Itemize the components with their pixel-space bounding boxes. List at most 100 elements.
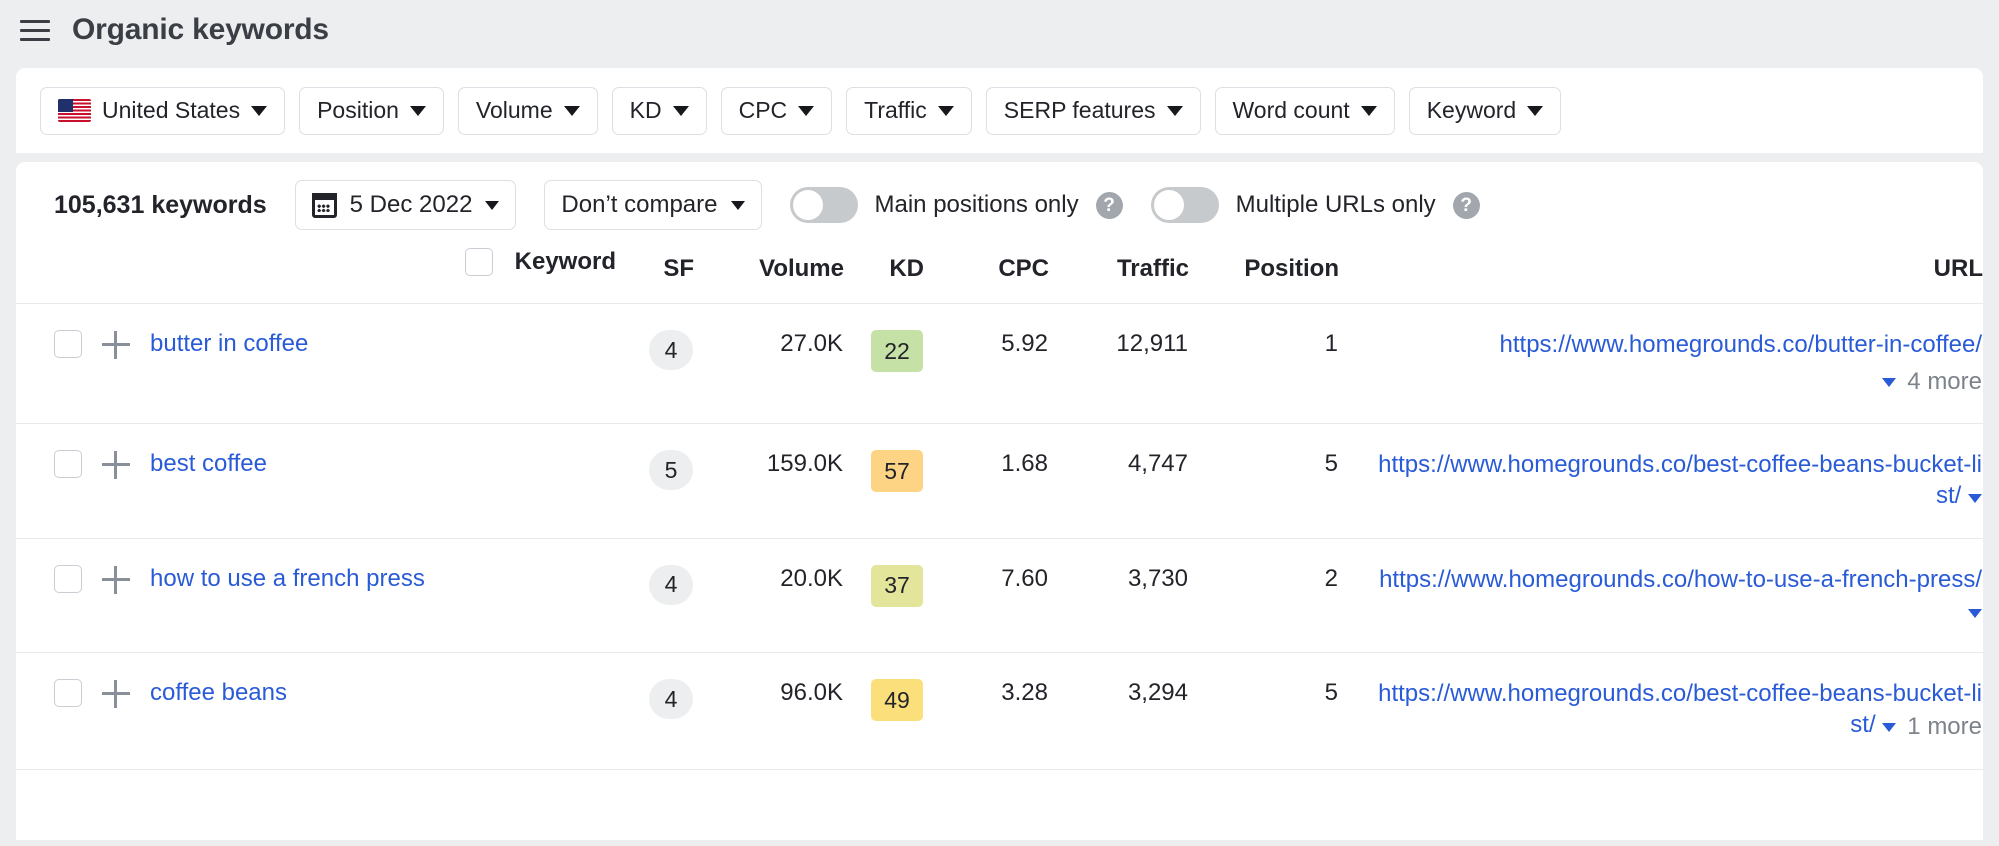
sf-badge: 4 [649,330,693,370]
toggle-knob [793,190,823,220]
add-icon[interactable] [102,451,130,479]
show-more-urls[interactable] [1968,609,1982,618]
column-header-url[interactable]: URL [1339,248,1983,304]
kd-badge: 49 [871,679,923,721]
keyword-link[interactable]: butter in coffee [150,330,308,358]
show-more-urls[interactable]: 1 more [1882,712,1982,743]
kd-badge: 37 [871,565,923,607]
filter-cpc-label: CPC [739,97,788,124]
chevron-down-icon [410,106,426,116]
cell-keyword: best coffee [16,424,616,538]
column-header-volume[interactable]: Volume [694,248,844,304]
select-all-checkbox[interactable] [465,248,493,276]
cell-cpc: 1.68 [924,424,1049,538]
cell-sf: 5 [616,424,694,538]
chevron-down-icon [1968,494,1982,503]
chevron-down-icon [564,106,580,116]
filter-row: United States Position Volume KD CPC Tra… [40,87,1561,135]
chevron-down-icon [251,106,267,116]
results-card: 105,631 keywords 5 Dec 2022 Don’t compar… [16,162,1983,840]
cell-url: https://www.homegrounds.co/butter-in-cof… [1339,304,1983,424]
help-icon[interactable]: ? [1096,192,1123,219]
table-row: coffee beans496.0K493.283,2945https://ww… [16,653,1983,770]
filter-word-count-label: Word count [1233,97,1350,124]
url-link[interactable]: https://www.homegrounds.co/butter-in-cof… [1500,331,1982,358]
us-flag-icon [58,99,91,122]
chevron-down-icon [938,106,954,116]
keyword-link[interactable]: best coffee [150,450,267,478]
filter-kd[interactable]: KD [612,87,707,135]
chevron-down-icon [1527,106,1543,116]
show-more-urls[interactable] [1968,494,1982,503]
keywords-table: Keyword SF Volume KD CPC Traffic Positio… [16,248,1983,770]
cell-cpc: 7.60 [924,538,1049,652]
show-more-urls[interactable]: 4 more [1882,367,1982,398]
cell-sf: 4 [616,538,694,652]
url-link[interactable]: https://www.homegrounds.co/how-to-use-a-… [1379,566,1982,593]
keyword-link[interactable]: how to use a french press [150,565,425,593]
filter-cpc[interactable]: CPC [721,87,833,135]
cell-volume: 159.0K [694,424,844,538]
toggle-knob [1154,190,1184,220]
kd-badge: 22 [871,330,923,372]
filter-serp-features-label: SERP features [1004,97,1156,124]
column-header-sf[interactable]: SF [616,248,694,304]
keyword-count: 105,631 keywords [54,191,267,220]
cell-kd: 57 [844,424,924,538]
row-checkbox[interactable] [54,450,82,478]
help-icon[interactable]: ? [1453,192,1480,219]
filter-position[interactable]: Position [299,87,444,135]
multiple-urls-only-label: Multiple URLs only [1236,191,1436,219]
filter-volume-label: Volume [476,97,553,124]
cell-volume: 27.0K [694,304,844,424]
table-row: butter in coffee427.0K225.9212,9111https… [16,304,1983,424]
main-positions-only-toggle[interactable] [790,187,858,223]
cell-volume: 96.0K [694,653,844,770]
cell-volume: 20.0K [694,538,844,652]
calendar-icon [312,193,337,218]
column-header-traffic[interactable]: Traffic [1049,248,1189,304]
cell-kd: 49 [844,653,924,770]
row-checkbox[interactable] [54,679,82,707]
filter-volume[interactable]: Volume [458,87,598,135]
cell-position: 5 [1189,424,1339,538]
column-header-cpc[interactable]: CPC [924,248,1049,304]
filter-keyword[interactable]: Keyword [1409,87,1561,135]
filter-position-label: Position [317,97,399,124]
row-checkbox[interactable] [54,330,82,358]
chevron-down-icon [673,106,689,116]
hamburger-bar [20,20,50,23]
cell-position: 1 [1189,304,1339,424]
add-icon[interactable] [102,680,130,708]
row-checkbox[interactable] [54,565,82,593]
column-header-keyword-label: Keyword [515,248,616,276]
cell-position: 5 [1189,653,1339,770]
cell-cpc: 3.28 [924,653,1049,770]
filter-keyword-label: Keyword [1427,97,1516,124]
multiple-urls-only-toggle[interactable] [1151,187,1219,223]
more-urls-label: 1 more [1907,712,1982,743]
main-positions-only-group: Main positions only ? [790,187,1123,223]
filter-serp-features[interactable]: SERP features [986,87,1201,135]
filter-country[interactable]: United States [40,87,285,135]
cell-cpc: 5.92 [924,304,1049,424]
filter-traffic[interactable]: Traffic [846,87,972,135]
date-picker-button[interactable]: 5 Dec 2022 [295,180,517,230]
cell-kd: 37 [844,538,924,652]
column-header-kd[interactable]: KD [844,248,924,304]
cell-traffic: 4,747 [1049,424,1189,538]
cell-keyword: butter in coffee [16,304,616,424]
chevron-down-icon [485,201,499,210]
add-icon[interactable] [102,566,130,594]
hamburger-icon[interactable] [18,13,52,47]
cell-kd: 22 [844,304,924,424]
compare-button[interactable]: Don’t compare [544,180,761,230]
cell-position: 2 [1189,538,1339,652]
filter-word-count[interactable]: Word count [1215,87,1395,135]
chevron-down-icon [1968,609,1982,618]
keyword-link[interactable]: coffee beans [150,679,287,707]
column-header-position[interactable]: Position [1189,248,1339,304]
add-icon[interactable] [102,331,130,359]
url-link[interactable]: https://www.homegrounds.co/best-coffee-b… [1378,451,1982,509]
sf-badge: 5 [649,450,693,490]
